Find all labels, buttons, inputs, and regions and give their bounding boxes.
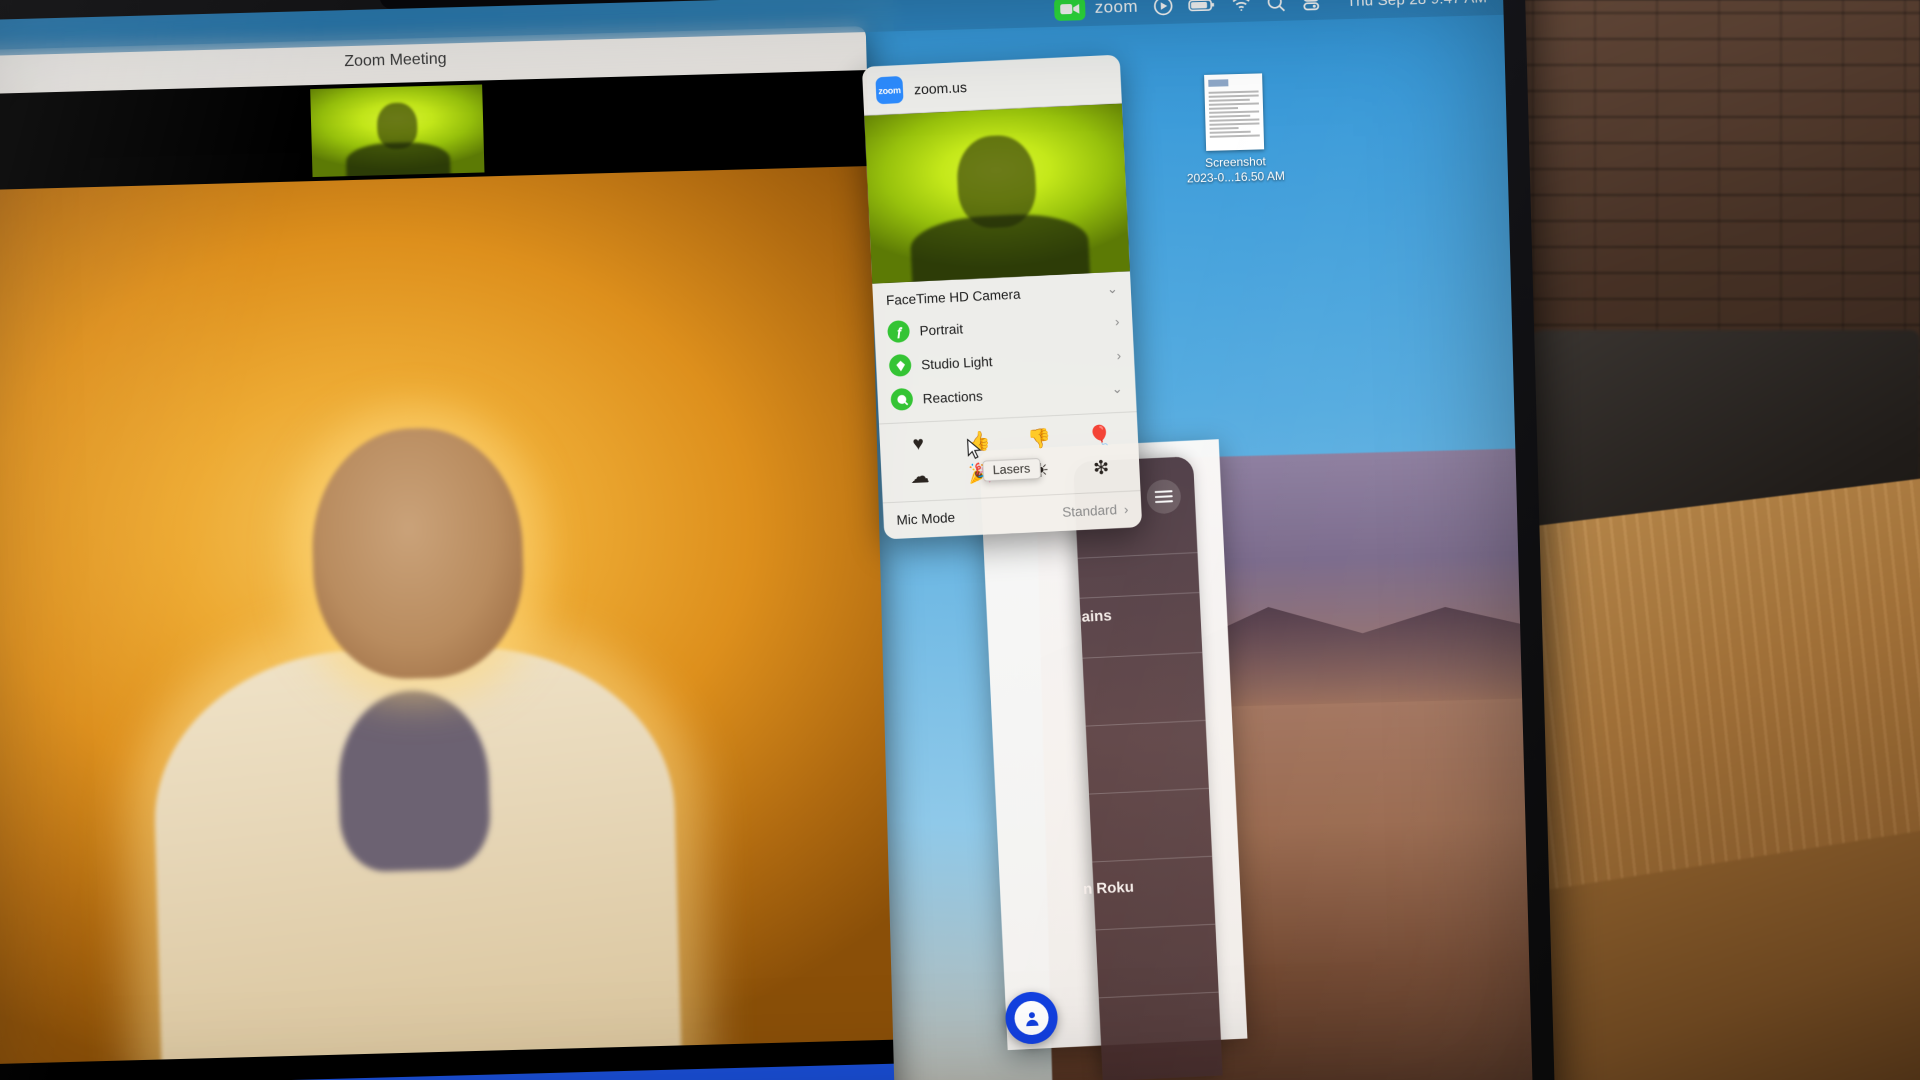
chevron-right-icon[interactable]: › — [1124, 502, 1129, 517]
chevron-right-icon[interactable]: › — [1115, 313, 1120, 328]
zoom-app-icon: zoom — [875, 76, 903, 104]
person-icon — [1023, 1009, 1041, 1027]
menubar-zoom-label: zoom — [1094, 0, 1138, 18]
desktop-file-screenshot[interactable]: Screenshot 2023-0...16.50 AM — [1181, 73, 1288, 187]
cc-camera-label: FaceTime HD Camera — [886, 286, 1021, 307]
chevron-down-icon[interactable]: ⌄ — [1111, 381, 1123, 398]
thumbs-down-reaction[interactable]: 👎 — [1019, 425, 1060, 453]
zoom-main-video-stage[interactable] — [0, 166, 893, 1065]
chevron-right-icon[interactable]: › — [1116, 347, 1121, 362]
cc-effect-studio-light-label: Studio Light — [921, 348, 1107, 372]
cc-app-name: zoom.us — [914, 78, 968, 97]
studio-light-icon — [889, 354, 912, 377]
background-row-text-2-visible: n Roku — [1083, 879, 1135, 898]
reactions-icon — [890, 388, 913, 411]
screen-record-icon[interactable] — [1152, 0, 1173, 24]
wifi-icon[interactable] — [1230, 0, 1251, 22]
video-camera-icon[interactable] — [1054, 0, 1086, 20]
screenshot-document-icon — [1204, 73, 1264, 151]
macos-desktop: Screenshot 2023-0...16.50 AM hains n Rok… — [0, 0, 1533, 1080]
menubar-clock[interactable]: Thu Sep 28 9:47 AM — [1347, 0, 1488, 10]
desktop-file-label-line2: 2023-0...16.50 AM — [1187, 169, 1285, 187]
svg-text:f: f — [897, 326, 903, 338]
chevron-down-icon[interactable]: ⌄ — [1107, 281, 1119, 298]
selfview-body — [346, 141, 451, 177]
spotlight-search-icon[interactable] — [1265, 0, 1286, 21]
zoom-app-icon-text: zoom — [878, 85, 901, 96]
reactions-grid: ♥ 👍 👎 🎈 ☁ 🎉 ☀ ❇ — [879, 411, 1140, 502]
heart-reaction[interactable]: ♥ — [898, 431, 939, 459]
mouse-cursor — [967, 438, 983, 466]
self-view-thumbnail[interactable] — [310, 84, 484, 177]
rain-reaction[interactable]: ☁ — [899, 463, 940, 491]
control-center-icon[interactable] — [1300, 0, 1321, 20]
macbook-laptop: Screenshot 2023-0...16.50 AM hains n Rok… — [0, 0, 1556, 1080]
fireworks-reaction[interactable]: ❇ — [1081, 454, 1122, 482]
zoom-version-footer: Version: 5.16.1 (23158) — [0, 1064, 895, 1080]
hamburger-list-icon[interactable] — [1146, 479, 1182, 515]
zoom-meeting-window[interactable]: Zoom Meeting Version: 5.16.1 (23158) — [0, 26, 895, 1080]
cc-mic-mode-value: Standard — [1062, 502, 1117, 520]
balloons-reaction[interactable]: 🎈 — [1079, 422, 1120, 450]
camera-preview[interactable] — [864, 104, 1130, 284]
avatar-inner — [1014, 1000, 1050, 1036]
lasers-tooltip: Lasers — [982, 458, 1040, 482]
menubar-zoom-app[interactable]: zoom — [1054, 0, 1138, 27]
portrait-effect-icon: f — [887, 320, 910, 343]
battery-icon[interactable] — [1187, 0, 1216, 23]
desktop-file-label: Screenshot 2023-0...16.50 AM — [1186, 154, 1285, 187]
zoom-window-title: Zoom Meeting — [344, 50, 447, 71]
participant-head — [309, 426, 526, 682]
cc-effect-reactions-label: Reactions — [922, 382, 1102, 406]
cc-mic-mode-label: Mic Mode — [896, 510, 955, 528]
cc-effect-portrait-label: Portrait — [919, 314, 1105, 338]
